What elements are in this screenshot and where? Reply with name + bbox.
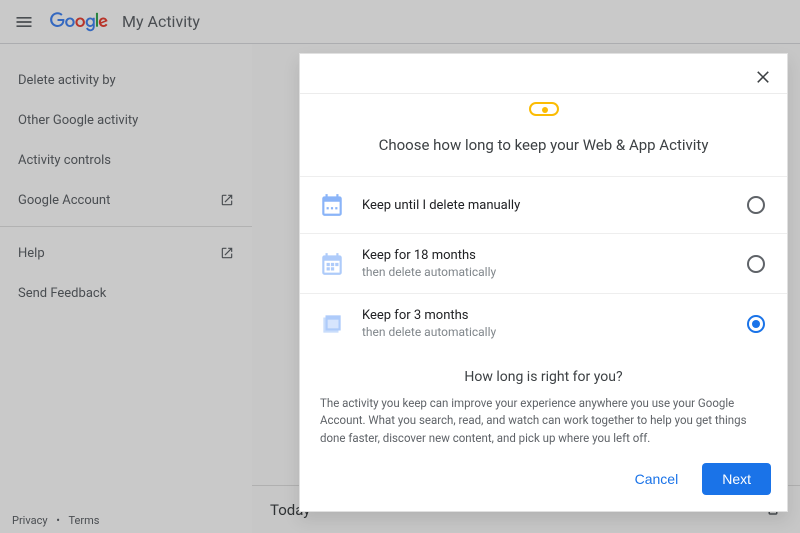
next-button[interactable]: Next (702, 463, 771, 495)
toggle-illustration-icon (529, 102, 559, 116)
modal-overlay[interactable]: Choose how long to keep your Web & App A… (0, 0, 800, 533)
calendar-ellipsis-icon (318, 191, 346, 219)
info-title: How long is right for you? (320, 369, 767, 385)
info-block: How long is right for you? The activity … (300, 353, 787, 457)
option-keep-manual[interactable]: Keep until I delete manually (300, 176, 787, 233)
option-subtitle: then delete automatically (362, 325, 731, 339)
option-keep-3-months[interactable]: Keep for 3 months then delete automatica… (300, 293, 787, 353)
dialog-header-strip (300, 54, 787, 94)
close-icon[interactable] (751, 64, 775, 88)
option-title: Keep for 3 months (362, 308, 731, 323)
option-keep-18-months[interactable]: Keep for 18 months then delete automatic… (300, 233, 787, 293)
radio-button-selected[interactable] (747, 315, 765, 333)
option-subtitle: then delete automatically (362, 265, 731, 279)
dialog-actions: Cancel Next (300, 457, 787, 511)
calendar-stack-icon (318, 310, 346, 338)
calendar-month-icon (318, 250, 346, 278)
retention-dialog: Choose how long to keep your Web & App A… (299, 53, 788, 512)
cancel-button[interactable]: Cancel (625, 463, 689, 495)
dialog-title: Choose how long to keep your Web & App A… (300, 124, 787, 176)
radio-button[interactable] (747, 255, 765, 273)
radio-button[interactable] (747, 196, 765, 214)
option-title: Keep until I delete manually (362, 198, 731, 213)
dialog-hero (300, 94, 787, 124)
info-body: The activity you keep can improve your e… (320, 395, 767, 447)
option-title: Keep for 18 months (362, 248, 731, 263)
